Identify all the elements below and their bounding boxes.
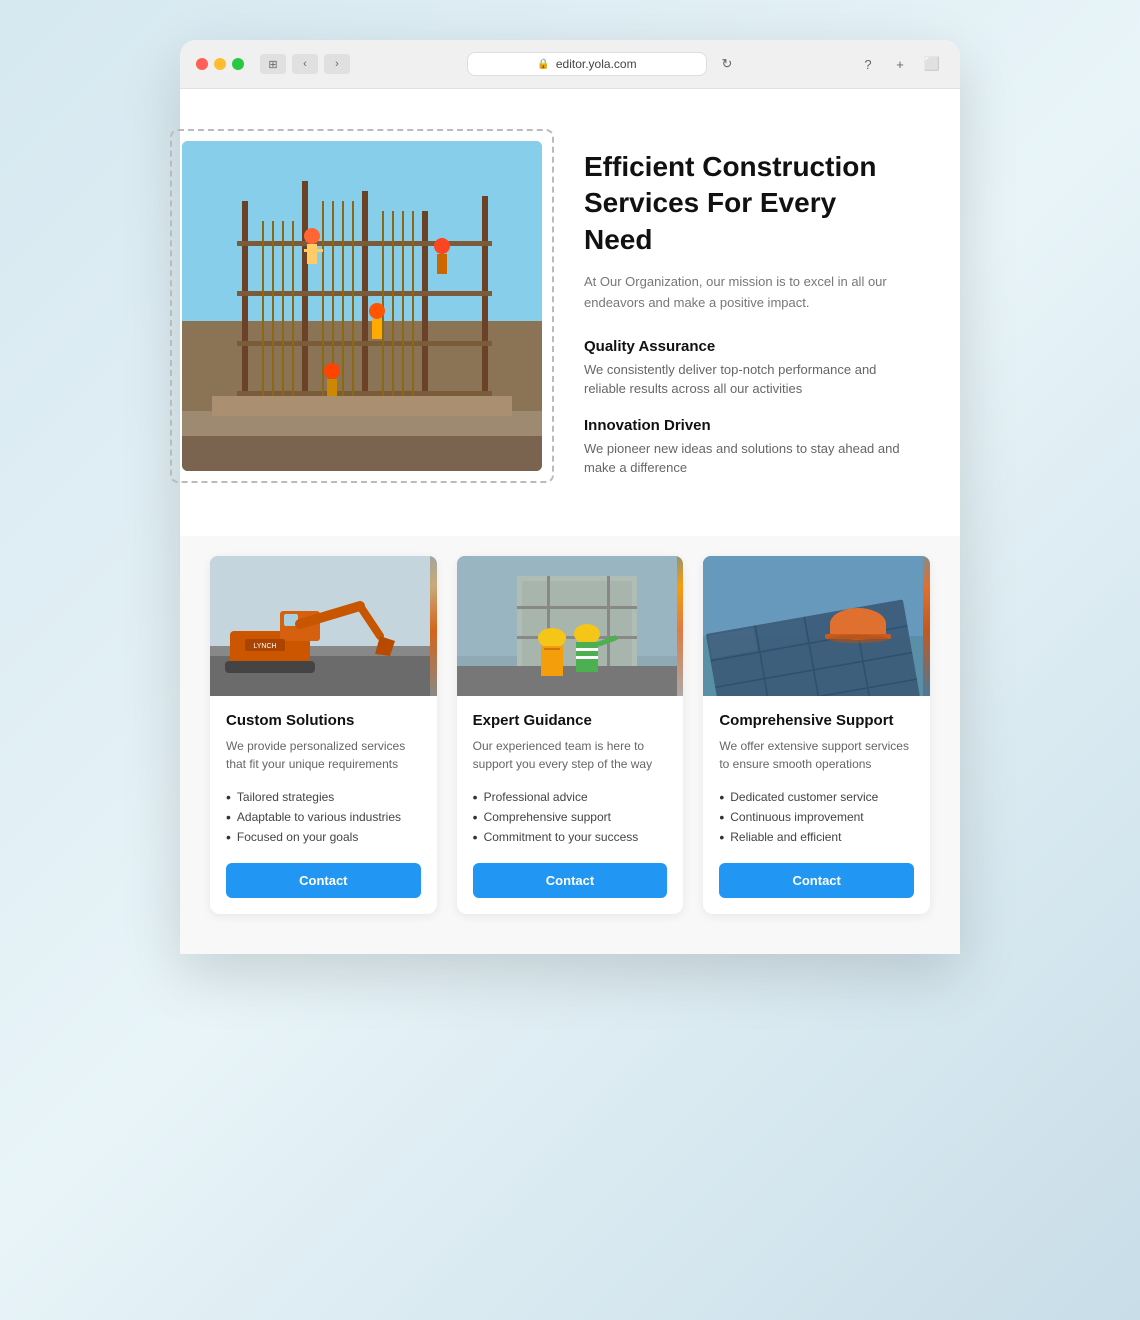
list-item: Commitment to your success: [473, 827, 668, 847]
card-custom-solutions-title: Custom Solutions: [226, 712, 421, 729]
feature-quality-desc: We consistently deliver top-notch perfor…: [584, 360, 910, 399]
card-expert-guidance-title: Expert Guidance: [473, 712, 668, 729]
list-item: Adaptable to various industries: [226, 807, 421, 827]
card-expert-guidance-desc: Our experienced team is here to support …: [473, 737, 668, 773]
add-button[interactable]: +: [888, 52, 912, 76]
hero-image: [182, 141, 542, 471]
hero-title: Efficient Construction Services For Ever…: [584, 149, 910, 258]
feature-quality-title: Quality Assurance: [584, 338, 910, 355]
browser-controls: ⊞ ‹ ›: [260, 54, 350, 74]
reload-button[interactable]: ↻: [715, 52, 739, 76]
list-item: Focused on your goals: [226, 827, 421, 847]
list-item: Professional advice: [473, 787, 668, 807]
cards-grid: LYNCH Custom Solutions We provide person…: [210, 556, 930, 914]
minimize-button[interactable]: [214, 58, 226, 70]
address-bar-area: 🔒 editor.yola.com ↻: [358, 52, 848, 76]
list-item: Continuous improvement: [719, 807, 914, 827]
lock-icon: 🔒: [537, 59, 549, 70]
hero-section: Efficient Construction Services For Ever…: [180, 89, 960, 536]
card-image-workers: [457, 556, 684, 696]
card-comprehensive-support: Comprehensive Support We offer extensive…: [703, 556, 930, 914]
card-image-excavator: LYNCH: [210, 556, 437, 696]
close-button[interactable]: [196, 58, 208, 70]
svg-text:LYNCH: LYNCH: [253, 643, 276, 650]
card-expert-guidance: Expert Guidance Our experienced team is …: [457, 556, 684, 914]
card-custom-solutions-contact-button[interactable]: Contact: [226, 863, 421, 898]
card-comprehensive-support-title: Comprehensive Support: [719, 712, 914, 729]
toolbar-right: ? + ⬜: [856, 52, 944, 76]
list-item: Dedicated customer service: [719, 787, 914, 807]
card-expert-guidance-body: Expert Guidance Our experienced team is …: [457, 696, 684, 914]
card-custom-solutions-desc: We provide personalized services that fi…: [226, 737, 421, 773]
share-button[interactable]: ⬜: [920, 52, 944, 76]
help-button[interactable]: ?: [856, 52, 880, 76]
cards-section: LYNCH Custom Solutions We provide person…: [180, 536, 960, 954]
card-comprehensive-support-body: Comprehensive Support We offer extensive…: [703, 696, 930, 914]
hero-description: At Our Organization, our mission is to e…: [584, 272, 910, 314]
browser-content: Efficient Construction Services For Ever…: [180, 89, 960, 954]
address-bar[interactable]: 🔒 editor.yola.com: [467, 52, 707, 76]
card-expert-guidance-list: Professional advice Comprehensive suppor…: [473, 787, 668, 847]
list-item: Reliable and efficient: [719, 827, 914, 847]
feature-innovation-title: Innovation Driven: [584, 417, 910, 434]
feature-quality: Quality Assurance We consistently delive…: [584, 338, 910, 399]
feature-innovation-desc: We pioneer new ideas and solutions to st…: [584, 439, 910, 478]
card-comprehensive-support-desc: We offer extensive support services to e…: [719, 737, 914, 773]
browser-titlebar: ⊞ ‹ › 🔒 editor.yola.com ↻ ? + ⬜: [180, 40, 960, 89]
maximize-button[interactable]: [232, 58, 244, 70]
list-item: Tailored strategies: [226, 787, 421, 807]
browser-window: ⊞ ‹ › 🔒 editor.yola.com ↻ ? + ⬜: [180, 40, 960, 954]
back-button[interactable]: ‹: [292, 54, 318, 74]
hero-image-container: [160, 119, 544, 473]
sidebar-toggle-button[interactable]: ⊞: [260, 54, 286, 74]
card-comprehensive-support-list: Dedicated customer service Continuous im…: [719, 787, 914, 847]
traffic-lights: [196, 58, 244, 70]
card-custom-solutions: LYNCH Custom Solutions We provide person…: [210, 556, 437, 914]
card-custom-solutions-body: Custom Solutions We provide personalized…: [210, 696, 437, 914]
card-custom-solutions-list: Tailored strategies Adaptable to various…: [226, 787, 421, 847]
card-comprehensive-support-contact-button[interactable]: Contact: [719, 863, 914, 898]
url-text: editor.yola.com: [556, 57, 637, 71]
card-expert-guidance-contact-button[interactable]: Contact: [473, 863, 668, 898]
hero-text: Efficient Construction Services For Ever…: [584, 129, 910, 496]
card-image-solar: [703, 556, 930, 696]
feature-innovation: Innovation Driven We pioneer new ideas a…: [584, 417, 910, 478]
list-item: Comprehensive support: [473, 807, 668, 827]
dashed-border: [170, 129, 554, 483]
forward-button[interactable]: ›: [324, 54, 350, 74]
